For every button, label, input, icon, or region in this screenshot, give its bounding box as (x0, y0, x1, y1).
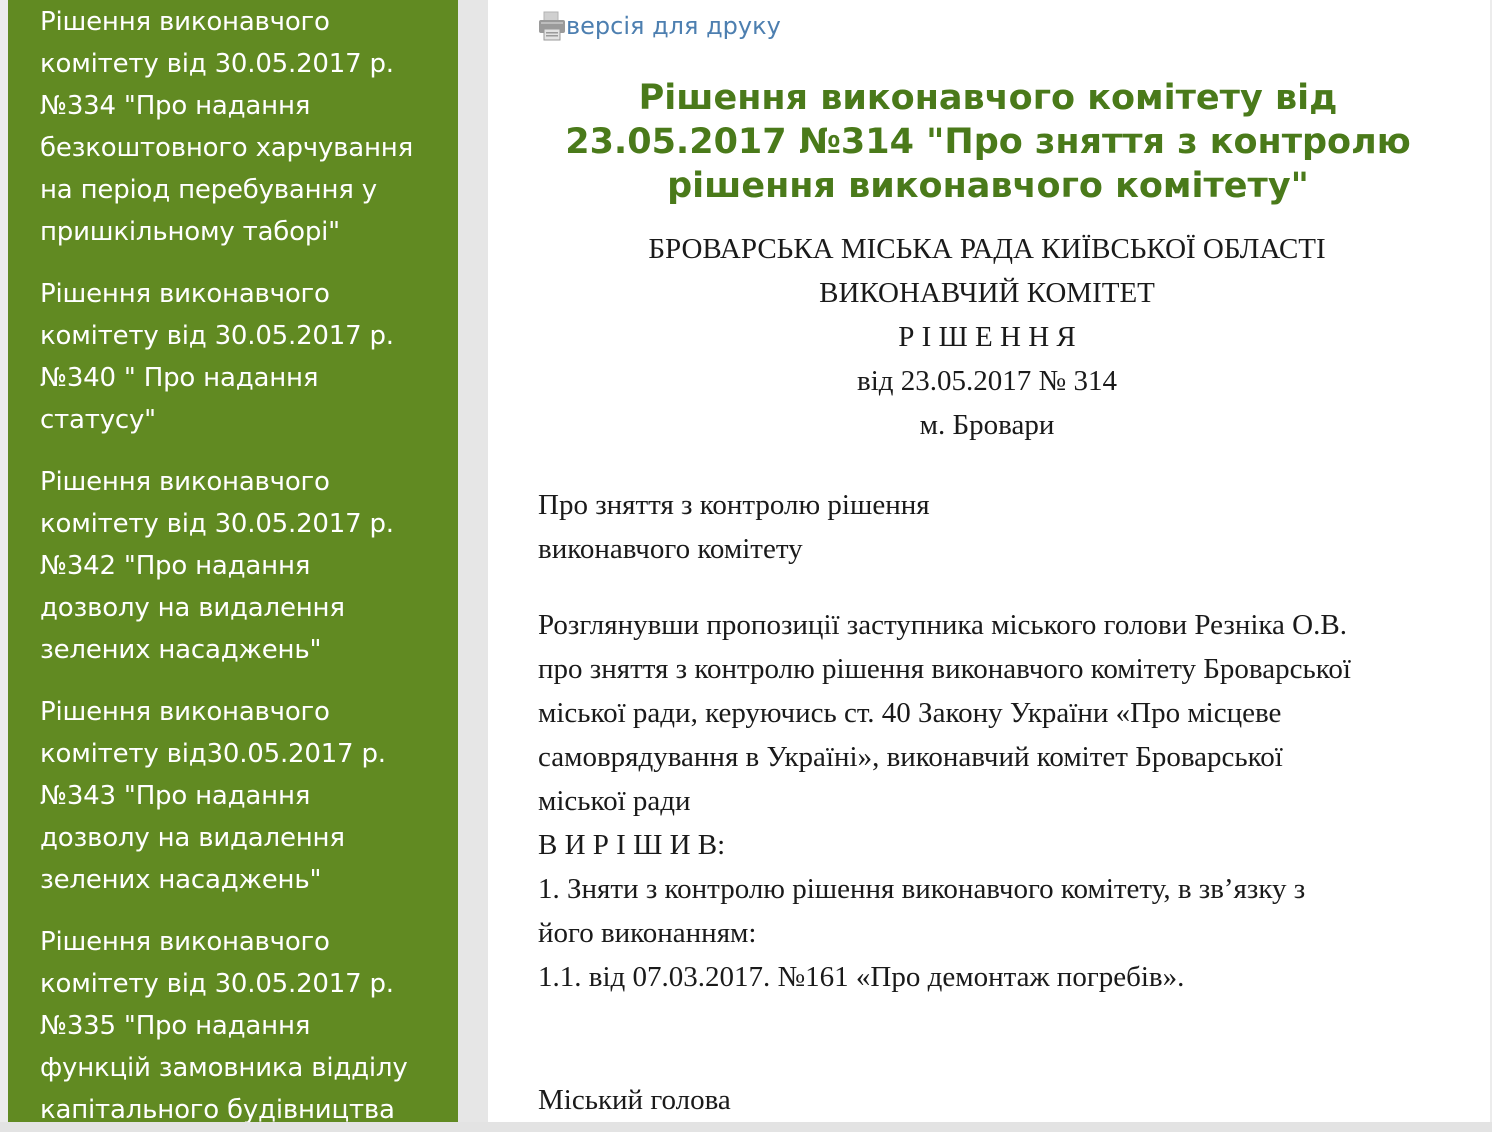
preamble-line: міської ради (538, 785, 691, 817)
sidebar-item-line: №335 "Про надання (40, 1011, 311, 1041)
page-title-line: рішення виконавчого комітету" (667, 166, 1309, 206)
decision-city: м. Бровари (919, 409, 1055, 441)
sidebar-item-decision-334[interactable]: Рішення виконавчого комітету від 30.05.2… (40, 1, 440, 253)
sidebar-item-line: комітету від 30.05.2017 р. (40, 509, 394, 539)
sidebar-item-line: статусу" (40, 405, 156, 435)
sidebar: Рішення виконавчого комітету від 30.05.2… (8, 0, 458, 1122)
document-header: БРОВАРСЬКА МІСЬКА РАДА КИЇВСЬКОЇ ОБЛАСТІ… (538, 227, 1436, 447)
sidebar-item-line: капітального будівництва (40, 1095, 395, 1122)
item-line: 1. Зняти з контролю рішення виконавчого … (538, 873, 1306, 905)
committee-name: ВИКОНАВЧИЙ КОМІТЕТ (819, 277, 1155, 309)
sidebar-item-line: Рішення виконавчого (40, 279, 330, 309)
subject-line: виконавчого комітету (538, 533, 803, 565)
print-version-label: версія для друку (566, 12, 781, 40)
sidebar-item-decision-343[interactable]: Рішення виконавчого комітету від30.05.20… (40, 691, 440, 901)
article: версія для друку Рішення виконавчого ком… (488, 0, 1490, 1122)
sidebar-item-line: №334 "Про надання (40, 91, 311, 121)
signature-title: Міський голова (538, 1084, 731, 1116)
decision-subject: Про зняття з контролю рішення виконавчог… (538, 483, 1238, 571)
sidebar-item-line: дозволу на видалення (40, 823, 345, 853)
council-name: БРОВАРСЬКА МІСЬКА РАДА КИЇВСЬКОЇ ОБЛАСТІ (648, 233, 1326, 265)
sidebar-item-line: безкоштовного харчування (40, 133, 414, 163)
sidebar-item-line: комітету від 30.05.2017 р. (40, 49, 394, 79)
sidebar-item-line: зелених насаджень" (40, 865, 322, 895)
page-title-line: 23.05.2017 №314 "Про зняття з контролю (565, 122, 1411, 162)
decision-body: Розглянувши пропозиції заступника місько… (538, 603, 1436, 999)
sidebar-item-line: Рішення виконавчого (40, 467, 330, 497)
page-title: Рішення виконавчого комітету від 23.05.2… (548, 76, 1428, 208)
preamble-line: самоврядування в Україні», виконавчий ко… (538, 741, 1283, 773)
sidebar-item-line: Рішення виконавчого (40, 927, 330, 957)
printer-icon (538, 11, 566, 41)
item-line: його виконанням: (538, 917, 757, 949)
sidebar-item-decision-340[interactable]: Рішення виконавчого комітету від 30.05.2… (40, 273, 440, 441)
sidebar-item-line: №343 "Про надання (40, 781, 311, 811)
sidebar-item-line: функцій замовника відділу (40, 1053, 408, 1083)
page-title-line: Рішення виконавчого комітету від (638, 78, 1338, 118)
preamble-line: про зняття з контролю рішення виконавчог… (538, 653, 1351, 685)
preamble-line: Розглянувши пропозиції заступника місько… (538, 609, 1347, 641)
sidebar-item-line: комітету від 30.05.2017 р. (40, 969, 394, 999)
sidebar-item-line: №342 "Про надання (40, 551, 311, 581)
sidebar-item-line: Рішення виконавчого (40, 697, 330, 727)
sidebar-item-line: комітету від 30.05.2017 р. (40, 321, 394, 351)
sidebar-item-line: дозволу на видалення (40, 593, 345, 623)
resolved-heading: В И Р І Ш И В: (538, 829, 726, 861)
sidebar-item-line: пришкільному таборі" (40, 217, 340, 247)
sidebar-item-line: №340 " Про надання (40, 363, 319, 393)
decision-heading: Р І Ш Е Н Н Я (898, 321, 1076, 353)
sidebar-item-decision-335[interactable]: Рішення виконавчого комітету від 30.05.2… (40, 921, 440, 1122)
sidebar-item-decision-342[interactable]: Рішення виконавчого комітету від 30.05.2… (40, 461, 440, 671)
print-version-link[interactable]: версія для друку (538, 8, 781, 44)
subject-line: Про зняття з контролю рішення (538, 489, 930, 521)
page: Рішення виконавчого комітету від 30.05.2… (0, 0, 1492, 1132)
bottom-strip (0, 1122, 1492, 1132)
content-gutter (458, 0, 488, 1122)
decision-date-number: від 23.05.2017 № 314 (857, 365, 1117, 397)
sub-item: 1.1. від 07.03.2017. №161 «Про демонтаж … (538, 961, 1185, 993)
preamble-line: міської ради, керуючись ст. 40 Закону Ук… (538, 697, 1282, 729)
sidebar-item-line: комітету від30.05.2017 р. (40, 739, 386, 769)
sidebar-item-line: зелених насаджень" (40, 635, 322, 665)
sidebar-item-line: Рішення виконавчого (40, 7, 330, 37)
sidebar-item-line: на період перебування у (40, 175, 377, 205)
